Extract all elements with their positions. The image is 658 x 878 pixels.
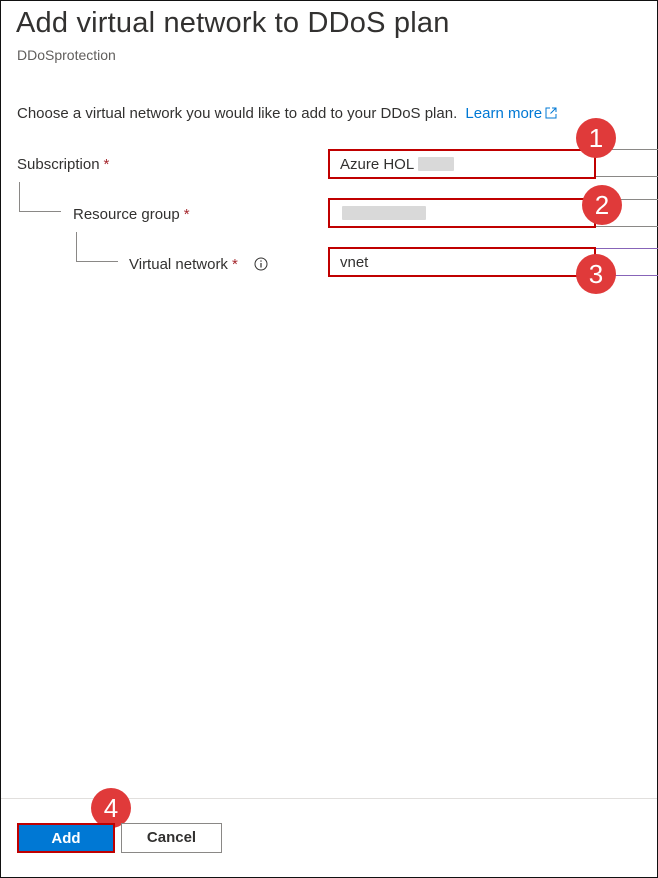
tree-connector xyxy=(76,232,77,261)
virtual-network-label-text: Virtual network xyxy=(129,256,228,273)
cancel-button[interactable]: Cancel xyxy=(121,823,222,853)
info-icon[interactable] xyxy=(254,257,268,271)
tree-connector xyxy=(19,211,61,212)
subscription-label-text: Subscription xyxy=(17,156,100,173)
required-marker: * xyxy=(183,206,190,223)
highlight-box-3 xyxy=(328,247,596,277)
highlight-box-2 xyxy=(328,198,596,228)
description: Choose a virtual network you would like … xyxy=(17,105,557,122)
page-title: Add virtual network to DDoS plan xyxy=(16,7,450,39)
step-badge-1: 1 xyxy=(576,118,616,158)
learn-more-link[interactable]: Learn more xyxy=(465,105,557,122)
add-button[interactable]: Add xyxy=(17,823,115,853)
virtual-network-label: Virtual network * xyxy=(129,256,268,273)
subscription-label: Subscription * xyxy=(17,156,109,173)
dialog-panel: Add virtual network to DDoS plan DDoSpro… xyxy=(0,0,658,878)
external-link-icon xyxy=(545,107,557,119)
resource-group-label-text: Resource group xyxy=(73,206,180,223)
tree-connector xyxy=(19,182,20,211)
tree-connector xyxy=(76,261,118,262)
page-subtitle: DDoSprotection xyxy=(17,47,116,63)
resource-group-label: Resource group * xyxy=(73,206,190,223)
step-badge-3: 3 xyxy=(576,254,616,294)
required-marker: * xyxy=(231,256,238,273)
highlight-box-1 xyxy=(328,149,596,179)
learn-more-label: Learn more xyxy=(465,105,543,122)
required-marker: * xyxy=(103,156,110,173)
step-badge-2: 2 xyxy=(582,185,622,225)
step-badge-4: 4 xyxy=(91,788,131,828)
description-text: Choose a virtual network you would like … xyxy=(17,105,458,122)
